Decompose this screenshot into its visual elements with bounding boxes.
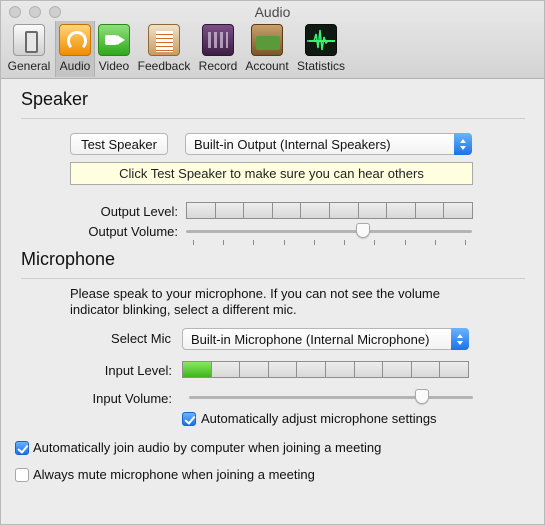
- tab-audio[interactable]: Audio: [55, 21, 95, 77]
- tab-account-label: Account: [245, 59, 289, 73]
- select-mic-label: Select Mic: [111, 331, 171, 346]
- slider-tick: [193, 240, 194, 245]
- microphone-device-select[interactable]: Built-in Microphone (Internal Microphone…: [182, 328, 469, 350]
- headphones-icon: [59, 24, 91, 56]
- tab-account[interactable]: Account: [243, 21, 291, 77]
- audio-settings-window: Audio General Audio Video Feedback Recor…: [0, 0, 545, 525]
- output-volume-label: Output Volume:: [88, 224, 178, 239]
- microphone-divider: [21, 278, 525, 279]
- tab-video-label: Video: [98, 59, 130, 73]
- speaker-section-title: Speaker: [21, 89, 89, 109]
- meter-segment: [211, 362, 240, 377]
- input-level-meter: [182, 361, 469, 378]
- slider-tick: [314, 240, 315, 245]
- output-volume-slider[interactable]: [186, 223, 472, 245]
- meter-segment: [387, 203, 415, 218]
- meter-segment: [444, 203, 472, 218]
- slider-tick: [465, 240, 466, 245]
- waveform-graphic: [307, 29, 335, 51]
- always-mute-checkbox[interactable]: [15, 468, 29, 482]
- auto-join-audio-label[interactable]: Automatically join audio by computer whe…: [33, 440, 381, 456]
- wallet-icon: [251, 24, 283, 56]
- output-level-label: Output Level:: [100, 204, 178, 219]
- tab-feedback-label: Feedback: [137, 59, 191, 73]
- tab-general[interactable]: General: [5, 21, 53, 77]
- input-volume-slider[interactable]: [189, 389, 473, 409]
- meter-segment: [354, 362, 383, 377]
- speaker-divider: [21, 118, 525, 119]
- slider-tick: [344, 240, 345, 245]
- slider-tick: [284, 240, 285, 245]
- tab-general-label: General: [7, 59, 51, 73]
- meter-segment: [215, 203, 244, 218]
- film-strip-icon: [202, 24, 234, 56]
- meter-segment: [183, 362, 211, 377]
- tab-statistics-label: Statistics: [296, 59, 345, 73]
- slider-tick: [253, 240, 254, 245]
- slider-thumb[interactable]: [414, 389, 429, 404]
- meter-segment: [268, 362, 297, 377]
- video-camera-icon: [98, 24, 130, 56]
- auto-join-audio-checkbox[interactable]: [15, 441, 29, 455]
- meter-segment: [358, 203, 387, 218]
- select-stepper-icon: [451, 328, 469, 350]
- waveform-icon: [305, 24, 337, 56]
- meter-segment: [329, 203, 358, 218]
- slider-tick: [374, 240, 375, 245]
- select-stepper-icon: [454, 133, 472, 155]
- input-level-label: Input Level:: [104, 363, 172, 378]
- slider-tick: [435, 240, 436, 245]
- slider-tick: [405, 240, 406, 245]
- meter-segment: [411, 362, 440, 377]
- meter-segment: [240, 362, 268, 377]
- meter-segment: [301, 203, 329, 218]
- tab-statistics[interactable]: Statistics: [294, 21, 348, 77]
- tab-video[interactable]: Video: [96, 21, 132, 77]
- tab-feedback[interactable]: Feedback: [136, 21, 192, 77]
- meter-segment: [272, 203, 301, 218]
- always-mute-label[interactable]: Always mute microphone when joining a me…: [33, 467, 315, 483]
- auto-adjust-checkbox[interactable]: [182, 412, 196, 426]
- slider-thumb[interactable]: [356, 223, 371, 238]
- window-title: Audio: [254, 4, 291, 20]
- meter-segment: [187, 203, 215, 218]
- test-speaker-button[interactable]: Test Speaker: [70, 133, 168, 155]
- tab-audio-label: Audio: [59, 59, 91, 73]
- meter-segment: [383, 362, 411, 377]
- microphone-device-value: Built-in Microphone (Internal Microphone…: [191, 331, 430, 347]
- general-icon: [13, 24, 45, 56]
- speaker-device-value: Built-in Output (Internal Speakers): [194, 136, 391, 152]
- clipboard-icon: [148, 24, 180, 56]
- test-speaker-tooltip: Click Test Speaker to make sure you can …: [70, 162, 473, 185]
- title-bar: Audio General Audio Video Feedback Recor…: [1, 1, 544, 79]
- meter-segment: [297, 362, 325, 377]
- tab-record-label: Record: [198, 59, 238, 73]
- input-volume-label: Input Volume:: [92, 391, 173, 406]
- meter-segment: [325, 362, 354, 377]
- microphone-section-title: Microphone: [21, 249, 116, 269]
- tab-record[interactable]: Record: [196, 21, 240, 77]
- auto-adjust-label[interactable]: Automatically adjust microphone settings: [201, 411, 437, 427]
- microphone-instructions: Please speak to your microphone. If you …: [70, 286, 440, 317]
- slider-tick: [223, 240, 224, 245]
- output-level-meter: [186, 202, 473, 219]
- slider-track: [189, 396, 473, 399]
- meter-segment: [440, 362, 468, 377]
- slider-track: [186, 230, 472, 233]
- meter-segment: [244, 203, 272, 218]
- speaker-device-select[interactable]: Built-in Output (Internal Speakers): [185, 133, 472, 155]
- meter-segment: [415, 203, 444, 218]
